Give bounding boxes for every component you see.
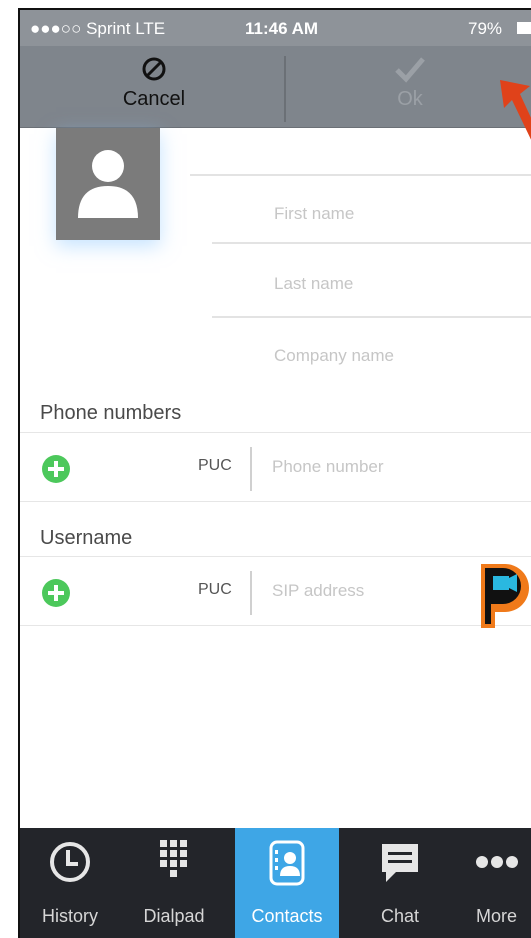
time-label: 11:46 AM <box>245 19 319 38</box>
tab-history[interactable]: History <box>20 828 120 938</box>
tab-chat[interactable]: Chat <box>350 828 450 938</box>
more-icon <box>475 856 518 868</box>
cancel-label: Cancel <box>122 88 186 110</box>
field-separator <box>212 316 531 318</box>
toolbar: Cancel Ok <box>20 46 531 128</box>
cancel-icon <box>142 57 166 81</box>
status-bar: ●●●○○ Sprint LTE 11:46 AM 79% <box>20 10 531 46</box>
cancel-button[interactable]: Cancel <box>94 54 214 124</box>
battery-label: 79% <box>468 19 503 38</box>
tab-more-label: More <box>475 906 517 926</box>
company-name-input[interactable]: Company name <box>274 346 394 366</box>
chat-icon <box>382 844 418 882</box>
username-heading: Username <box>40 527 133 549</box>
arrow-annotation-icon <box>500 80 531 140</box>
phone-number-input[interactable]: Phone number <box>272 457 384 477</box>
row-divider <box>250 447 252 491</box>
row-divider <box>250 571 252 615</box>
phone-number-row: PUC Phone number <box>20 432 531 502</box>
sip-address-input[interactable]: SIP address <box>272 581 364 601</box>
first-name-input[interactable]: First name <box>274 204 354 224</box>
tab-bar: History Dialpad Contacts Chat More <box>20 828 531 938</box>
tab-more[interactable]: More <box>460 828 531 938</box>
screenshot-frame: ●●●○○ Sprint LTE 11:46 AM 79% Cancel Ok <box>0 0 531 938</box>
tab-dialpad-label: Dialpad <box>143 906 205 926</box>
person-icon <box>78 150 138 218</box>
field-separator <box>212 242 531 244</box>
ok-label: Ok <box>397 88 423 110</box>
checkmark-icon <box>395 57 425 83</box>
battery-icon <box>517 22 531 34</box>
field-separator <box>190 174 531 176</box>
phone-numbers-heading: Phone numbers <box>40 402 182 424</box>
contacts-icon <box>269 840 305 886</box>
history-icon <box>50 842 90 882</box>
tab-contacts[interactable]: Contacts <box>235 828 339 938</box>
add-username-icon[interactable] <box>42 579 70 607</box>
tab-chat-label: Chat <box>380 906 420 926</box>
tab-dialpad[interactable]: Dialpad <box>124 828 224 938</box>
toolbar-divider <box>284 56 286 122</box>
last-name-input[interactable]: Last name <box>274 274 353 294</box>
add-phone-icon[interactable] <box>42 455 70 483</box>
phone-type-selector[interactable]: PUC <box>198 457 232 475</box>
dialpad-icon <box>160 840 187 877</box>
contact-photo-button[interactable] <box>56 128 160 240</box>
sip-address-row: PUC SIP address <box>20 556 531 626</box>
watermark-logo-icon <box>481 564 529 628</box>
tab-contacts-label: Contacts <box>251 906 323 926</box>
username-type-selector[interactable]: PUC <box>198 581 232 599</box>
tab-history-label: History <box>41 906 98 926</box>
app-screen: ●●●○○ Sprint LTE 11:46 AM 79% Cancel Ok <box>18 8 531 938</box>
avatar <box>56 128 160 240</box>
carrier-label: ●●●○○ Sprint LTE <box>30 19 166 38</box>
ok-button[interactable]: Ok <box>350 54 470 124</box>
